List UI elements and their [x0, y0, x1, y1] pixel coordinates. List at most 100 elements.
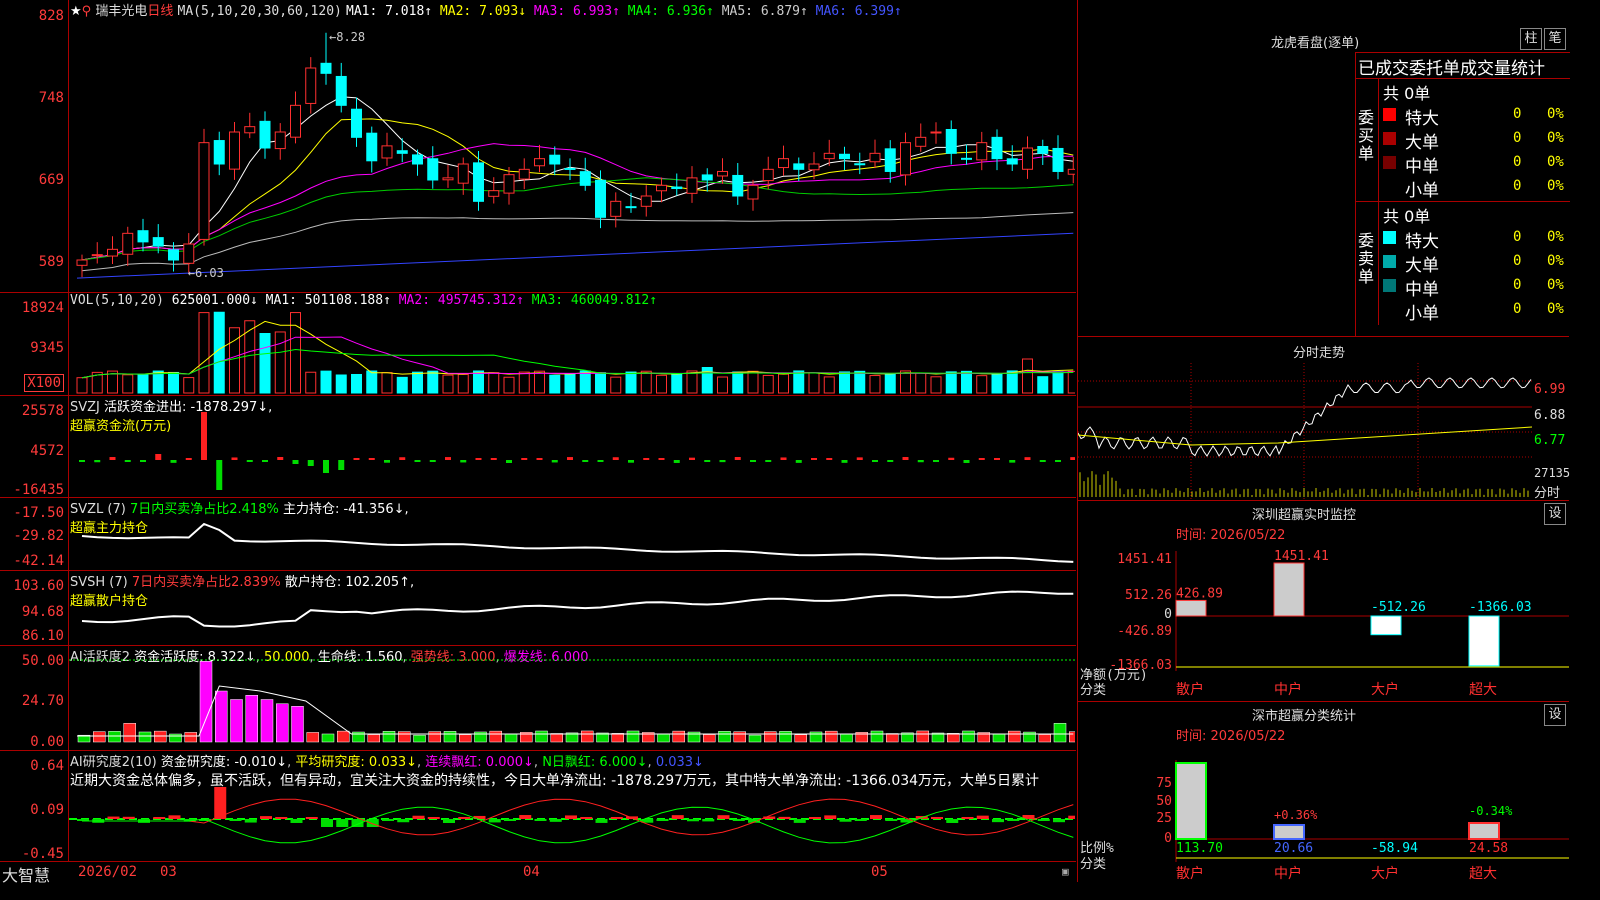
- research-bar: [839, 819, 852, 822]
- activity-bar: [535, 730, 548, 743]
- flow-bar: [673, 460, 680, 463]
- swatch-icon: [1383, 231, 1396, 244]
- research-bar: [565, 815, 577, 819]
- volume-bar: [823, 376, 835, 394]
- intraday-chart[interactable]: [1078, 363, 1532, 499]
- x-axis-label: 分类: [1080, 683, 1106, 698]
- flow-bar: [704, 460, 711, 462]
- candle-body: [945, 128, 957, 154]
- flow-bar: [368, 458, 375, 460]
- row-pct: 0%: [1547, 229, 1564, 245]
- y-tick: 94.68: [21, 604, 64, 620]
- volume-bar: [549, 374, 561, 394]
- row-volume: 0: [1513, 229, 1522, 245]
- svzj-panel[interactable]: 25578 4572 -16435 SVZJ 活跃资金进出: -1878.297…: [0, 396, 1076, 498]
- buy-rows: 共 0单 特大 0 0% 大单 0 0% 中单 0 0% 小单 0 0%: [1378, 79, 1571, 202]
- candle-body: [259, 120, 271, 149]
- activity-bar: [581, 730, 594, 743]
- classify-stats-panel[interactable]: 深市超赢分类统计 设 时间: 2026/05/22 75 50 25 0 比例% 分类 11…: [1078, 702, 1569, 882]
- volume-chart[interactable]: [69, 293, 1075, 395]
- swatch-icon: [1383, 255, 1396, 268]
- volume-bar: [396, 376, 408, 394]
- research-bar: [244, 819, 257, 823]
- swatch-icon: [1383, 303, 1396, 316]
- volume-unit[interactable]: X100: [24, 374, 64, 392]
- research-bar: [595, 819, 608, 823]
- bar-view-button[interactable]: 柱: [1520, 28, 1542, 50]
- candlestick-chart[interactable]: ←8.28 ←6.03: [69, 0, 1075, 292]
- y-tick: 25578: [21, 403, 64, 419]
- activity-bar: [916, 730, 929, 743]
- activity-bar: [474, 731, 487, 743]
- research-chart[interactable]: [69, 751, 1075, 861]
- main-holding-chart[interactable]: [69, 498, 1075, 570]
- flow-bar: [490, 457, 497, 460]
- ai-activity-panel[interactable]: 50.00 24.70 0.00 AI活跃度2 资金活跃度: 8.322↓, 5…: [0, 646, 1076, 751]
- volume-row: 大单 0 0%: [1379, 250, 1571, 276]
- volume-row: 小单 0 0%: [1379, 175, 1571, 201]
- row-label: 中单: [1405, 157, 1439, 177]
- volume-bar: [915, 372, 927, 394]
- intraday-title: 分时走势: [1293, 346, 1346, 361]
- y-tick: -29.82: [13, 528, 64, 544]
- candle-body: [1037, 145, 1049, 154]
- tick-view-button[interactable]: 笔: [1544, 28, 1566, 50]
- retail-holding-chart[interactable]: [69, 571, 1075, 645]
- candle-body: [320, 62, 332, 74]
- activity-bar: [886, 733, 899, 743]
- volume-bar: [747, 370, 759, 394]
- research-bar: [321, 819, 333, 827]
- ai2-y-axis: 0.64 0.09 -0.45: [0, 751, 69, 862]
- volume-bar: [1052, 371, 1064, 394]
- candle-body: [244, 126, 256, 134]
- flow-bar: [643, 458, 650, 460]
- bar-value: 24.58: [1469, 841, 1508, 856]
- candle-body: [229, 131, 240, 170]
- activity-chart[interactable]: [69, 646, 1075, 750]
- activity-bar: [962, 730, 975, 743]
- monitor-bar-chart[interactable]: 1451.41 512.26 0 -426.89 -1366.03 净额(万元)分类 426…: [1078, 501, 1569, 701]
- y-axis-label: 净额(万元): [1080, 668, 1148, 683]
- volume-panel[interactable]: 18924 9345 X100 VOL(5,10,20) 625001.000↓…: [0, 293, 1076, 396]
- ai-research-panel[interactable]: 0.64 0.09 -0.45 AI研究度2(10) 资金研究度: -0.010…: [0, 751, 1076, 862]
- row-volume: 0: [1513, 106, 1522, 122]
- activity-bar: [489, 730, 502, 743]
- volume-bar: [778, 373, 789, 394]
- activity-bar: [230, 699, 243, 743]
- candle-body: [549, 154, 561, 165]
- activity-bar: [748, 734, 762, 743]
- volume-bar: [762, 374, 774, 394]
- activity-bar: [169, 733, 182, 743]
- activity-bar: [321, 733, 335, 743]
- fund-flow-chart[interactable]: [69, 396, 1075, 497]
- activity-bar: [138, 731, 152, 743]
- intraday-panel[interactable]: 分时走势 6.99 6.88 6.77 27135 分时: [1078, 337, 1570, 501]
- flow-bar: [689, 457, 695, 460]
- y-tick: 25: [1156, 811, 1172, 826]
- flow-bar: [841, 460, 848, 463]
- svzl-panel[interactable]: -17.50 -29.82 -42.14 SVZL (7) 7日内买卖净占比2.…: [0, 498, 1076, 571]
- y-tick: 0.09: [30, 802, 64, 818]
- research-bar: [1053, 819, 1065, 823]
- candle-body: [274, 131, 286, 150]
- row-label: 小单: [1405, 304, 1439, 324]
- svsh-panel[interactable]: 103.60 94.68 86.10 SVSH (7) 7日内买卖净占比2.83…: [0, 571, 1076, 646]
- research-bar: [885, 819, 898, 821]
- realtime-monitor-panel[interactable]: 深圳超赢实时监控 设 时间: 2026/05/22 1451.41 512.26 0…: [1078, 501, 1569, 702]
- volume-bar: [595, 372, 606, 394]
- row-volume: 0: [1513, 178, 1522, 194]
- candle-body: [854, 163, 866, 166]
- ma5-line: [81, 96, 1074, 261]
- net-bar: [1468, 615, 1500, 667]
- volume-bar: [930, 376, 942, 394]
- price-panel[interactable]: 828 748 669 589 ★⚲ 瑞丰光电日线 MA(5,10,20,30,…: [0, 0, 1076, 293]
- lock-icon[interactable]: ▣: [1062, 865, 1069, 878]
- research-bar: [305, 817, 318, 819]
- flow-bar: [292, 460, 299, 464]
- volume-bar: [900, 370, 911, 394]
- category-label: 中户: [1274, 681, 1302, 698]
- category-label: 散户: [1176, 865, 1204, 882]
- volume-bar: [1037, 376, 1049, 394]
- classify-bar-chart[interactable]: 75 50 25 0 比例%分类 113.70 散户 20.66 中户 -58.94 大户 24.58…: [1078, 702, 1569, 882]
- main-holding-line: [81, 522, 1074, 563]
